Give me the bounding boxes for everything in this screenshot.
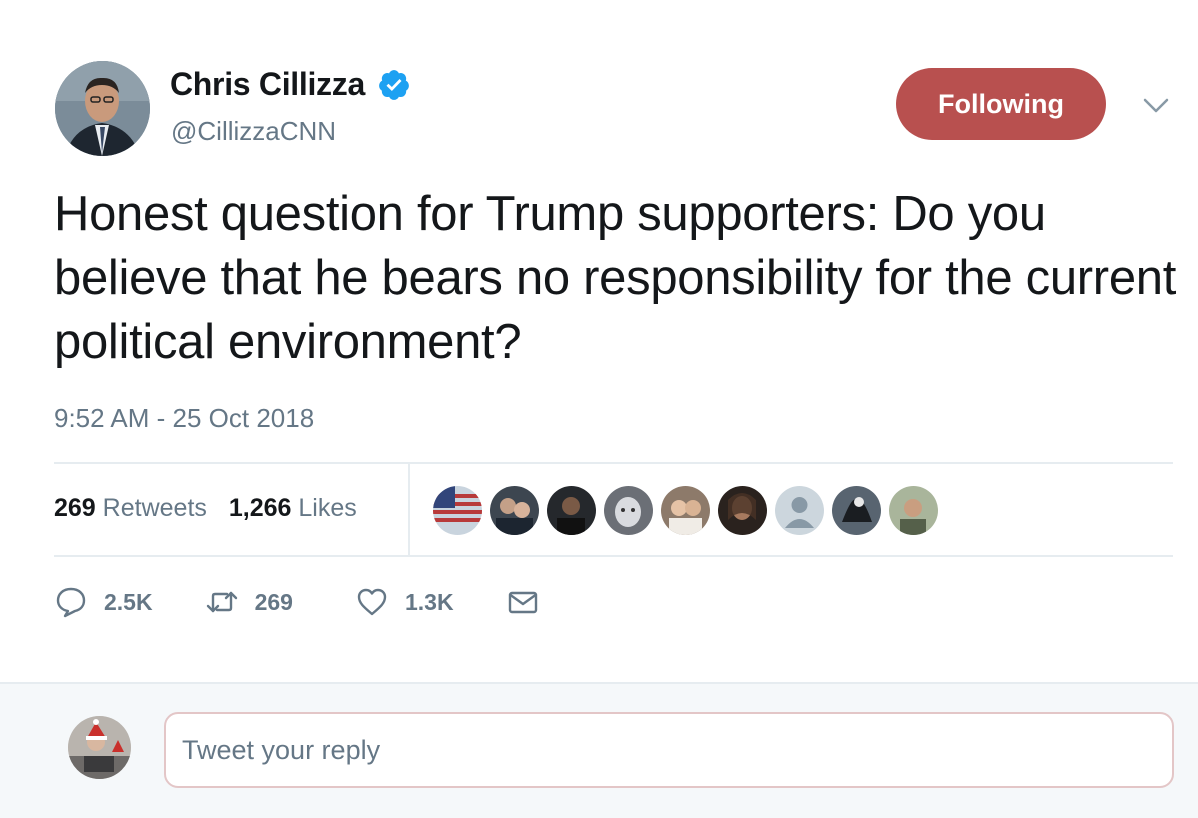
author-name-row[interactable]: Chris Cillizza bbox=[170, 66, 411, 103]
liker-avatar-3[interactable] bbox=[547, 486, 596, 535]
retweet-icon bbox=[206, 591, 237, 613]
likes-stat-count: 1,266 bbox=[228, 494, 292, 522]
liker-avatar-9[interactable] bbox=[889, 486, 938, 535]
likes-stat[interactable]: 1,266 Likes bbox=[229, 494, 357, 523]
like-count: 1.3K bbox=[404, 588, 454, 615]
retweet-count: 269 bbox=[254, 588, 293, 615]
retweets-stat-label: Retweets bbox=[102, 494, 207, 522]
stats-vertical-divider bbox=[408, 463, 410, 555]
liker-avatar-4[interactable] bbox=[604, 486, 653, 535]
reply-input[interactable] bbox=[164, 712, 1174, 788]
tweet-text: Honest question for Trump supporters: Do… bbox=[54, 187, 1177, 369]
liker-avatar-2[interactable] bbox=[490, 486, 539, 535]
author-avatar[interactable] bbox=[55, 61, 150, 156]
liker-avatar-eagle[interactable] bbox=[832, 486, 881, 535]
liker-avatar-default[interactable] bbox=[775, 486, 824, 535]
retweets-stat-count: 269 bbox=[54, 494, 96, 522]
author-handle[interactable]: @CillizzaCNN bbox=[171, 116, 336, 147]
reply-count: 2.5K bbox=[104, 588, 153, 615]
author-name[interactable]: Chris Cillizza bbox=[170, 66, 365, 103]
verified-badge-icon bbox=[379, 69, 409, 100]
following-button[interactable]: Following bbox=[896, 68, 1106, 140]
like-button[interactable]: 1.3K bbox=[355, 585, 454, 619]
liker-avatar-6[interactable] bbox=[718, 486, 767, 535]
reply-button[interactable]: 2.5K bbox=[54, 585, 153, 619]
liker-avatar-5[interactable] bbox=[661, 486, 710, 535]
liker-avatar-flag[interactable] bbox=[433, 486, 482, 535]
direct-message-button[interactable] bbox=[506, 585, 540, 619]
likes-stat-label: Likes bbox=[298, 494, 357, 522]
tweet-stats: 269 Retweets 1,266 Likes bbox=[54, 494, 357, 523]
liker-avatars bbox=[433, 486, 946, 535]
current-user-avatar[interactable] bbox=[68, 716, 131, 779]
retweets-stat[interactable]: 269 Retweets bbox=[54, 494, 207, 523]
heart-icon bbox=[357, 588, 387, 616]
divider-top bbox=[54, 462, 1173, 464]
divider-bottom bbox=[54, 555, 1173, 557]
tweet-actions: 2.5K 269 1.3K bbox=[54, 585, 540, 619]
chevron-down-icon[interactable] bbox=[1143, 98, 1169, 114]
envelope-icon bbox=[508, 591, 537, 614]
tweet-timestamp[interactable]: 9:52 AM - 25 Oct 2018 bbox=[54, 403, 314, 434]
retweet-button[interactable]: 269 bbox=[205, 585, 293, 619]
reply-icon bbox=[56, 587, 86, 618]
